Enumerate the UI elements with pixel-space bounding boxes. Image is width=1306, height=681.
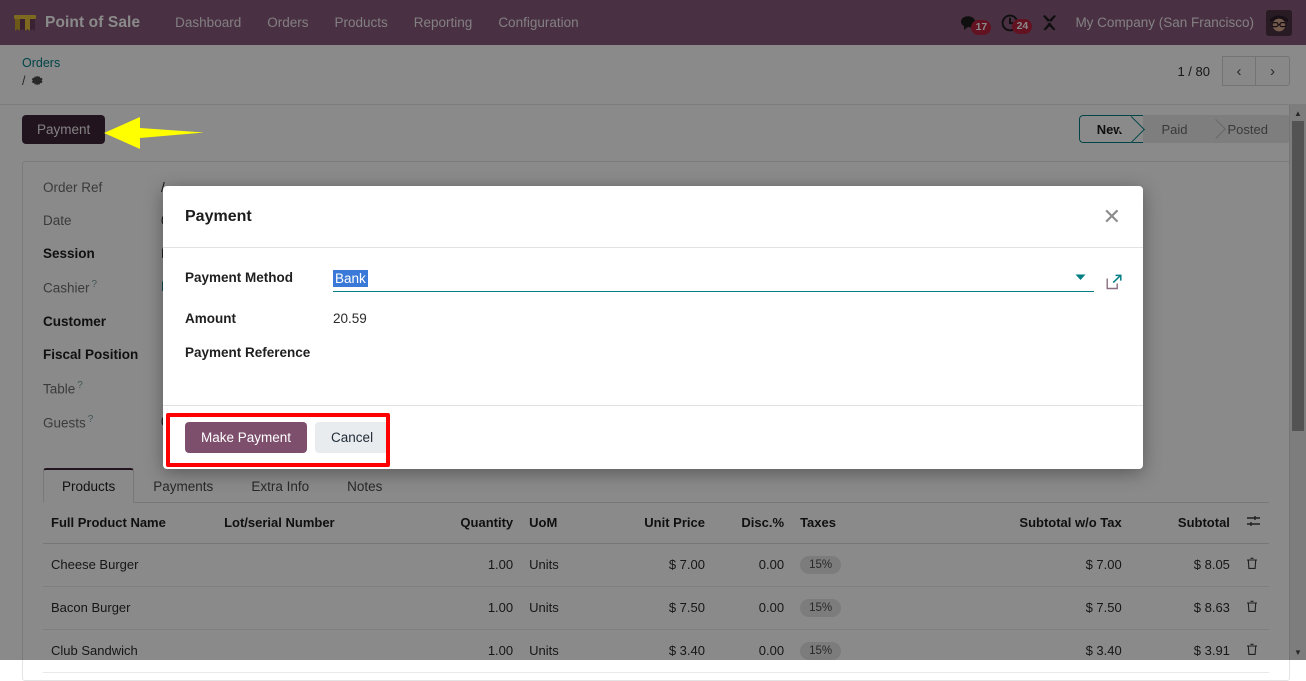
label-payment-reference: Payment Reference bbox=[185, 345, 311, 360]
payment-form: Payment Method Bank Amount 20.59 Payment… bbox=[185, 270, 1122, 379]
close-icon[interactable]: ✕ bbox=[1103, 205, 1121, 228]
cancel-button[interactable]: Cancel bbox=[315, 422, 390, 453]
dialog-body: Payment Method Bank Amount 20.59 Payment… bbox=[163, 248, 1143, 405]
label-amount: Amount bbox=[185, 311, 236, 326]
chevron-down-icon[interactable] bbox=[1071, 273, 1094, 284]
label-payment-method: Payment Method bbox=[185, 270, 294, 285]
field-row-amount: Amount 20.59 bbox=[185, 311, 1121, 345]
dialog-title: Payment bbox=[185, 207, 252, 225]
field-row-payment-method: Payment Method Bank bbox=[185, 270, 1122, 311]
payment-method-input[interactable]: Bank bbox=[333, 270, 1094, 292]
dialog-header: Payment ✕ bbox=[163, 186, 1143, 248]
payment-method-row: Bank bbox=[333, 270, 1122, 292]
make-payment-button[interactable]: Make Payment bbox=[185, 422, 308, 453]
payment-method-value: Bank bbox=[333, 270, 368, 287]
payment-dialog: Payment ✕ Payment Method Bank Amount 20.… bbox=[163, 186, 1143, 469]
field-row-payment-reference: Payment Reference bbox=[185, 345, 1121, 379]
field-payment-reference-value[interactable] bbox=[333, 345, 1121, 379]
dialog-footer: Make Payment Cancel bbox=[163, 405, 1143, 469]
field-amount-value[interactable]: 20.59 bbox=[333, 311, 1121, 345]
field-payment-method: Bank bbox=[333, 270, 1122, 311]
internal-link-icon[interactable] bbox=[1106, 274, 1122, 289]
